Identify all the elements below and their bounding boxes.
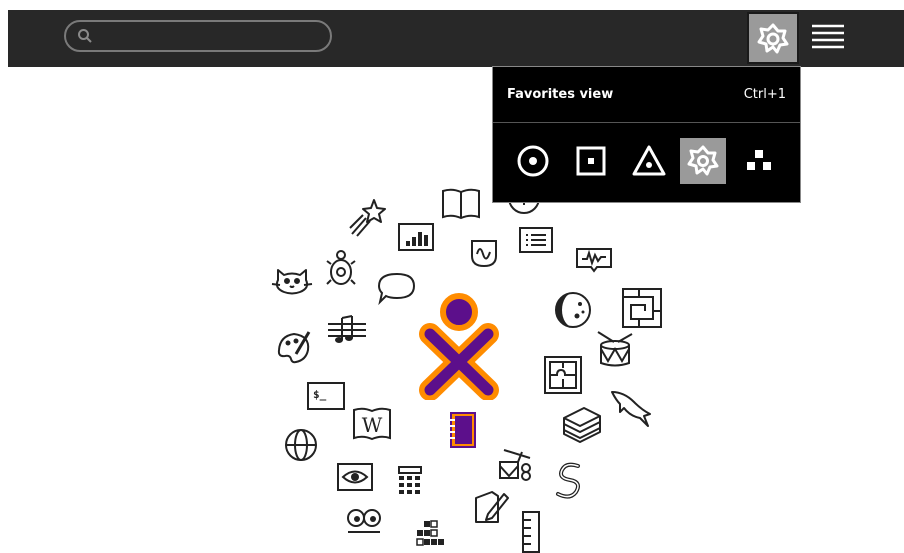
music-toys-activity-icon[interactable]: [496, 446, 538, 482]
write-activity-icon[interactable]: [470, 488, 510, 526]
search-icon: [78, 29, 92, 43]
view-triangle-layout-button[interactable]: [626, 138, 672, 184]
view-blocks-layout-button[interactable]: [736, 138, 782, 184]
spiral-layout-icon: [687, 145, 719, 176]
measure-wave-activity-icon[interactable]: [574, 246, 614, 274]
view-spiral-layout-button[interactable]: [680, 138, 726, 184]
maze-activity-icon[interactable]: [620, 286, 664, 330]
speak-eye-activity-icon[interactable]: [336, 462, 374, 492]
search-box[interactable]: [64, 20, 332, 52]
ruler-activity-icon[interactable]: [518, 510, 544, 553]
cat-activity-icon[interactable]: [270, 264, 314, 298]
book-activity-icon[interactable]: [440, 187, 482, 221]
star-activity-icon[interactable]: [346, 196, 388, 238]
terminal-activity-icon[interactable]: $_: [306, 380, 346, 412]
sugar-desktop: $_ W Favorites view Ctrl+1: [0, 0, 904, 553]
stack-activity-icon[interactable]: [560, 404, 604, 444]
palette-separator: [493, 122, 800, 123]
browse-activity-icon[interactable]: [282, 426, 320, 464]
paint-activity-icon[interactable]: [274, 328, 314, 368]
music-activity-icon[interactable]: [326, 314, 368, 344]
journal-activity-icon[interactable]: [446, 410, 478, 450]
favorites-view-button[interactable]: [747, 12, 799, 64]
blocks-activity-icon[interactable]: [414, 518, 448, 550]
blocks-layout-icon: [747, 150, 771, 170]
palette-title: Favorites view: [507, 87, 614, 102]
oscilloscope-activity-icon[interactable]: [467, 236, 501, 270]
moon-activity-icon[interactable]: [553, 290, 593, 330]
svg-text:$_: $_: [313, 388, 327, 401]
list-activity-icon[interactable]: [518, 226, 554, 254]
palette-accelerator: Ctrl+1: [743, 87, 786, 102]
list-view-icon: [812, 24, 844, 49]
favorites-view-icon: [757, 23, 789, 54]
favorites-view-palette: Favorites view Ctrl+1: [492, 66, 801, 203]
xo-buddy-icon[interactable]: [414, 290, 504, 400]
chart-activity-icon[interactable]: [397, 222, 435, 252]
search-input[interactable]: [98, 25, 322, 49]
eyes-activity-icon[interactable]: [344, 506, 384, 536]
calculator-activity-icon[interactable]: [396, 464, 424, 500]
drum-activity-icon[interactable]: [594, 328, 636, 370]
snake-activity-icon[interactable]: [552, 460, 586, 500]
square-layout-icon: [576, 146, 606, 176]
view-favorites-ring-button[interactable]: [510, 138, 556, 184]
triangle-layout-icon: [632, 145, 666, 176]
dolphin-activity-icon[interactable]: [608, 386, 654, 432]
ring-layout-icon: [517, 145, 549, 177]
turtle-activity-icon[interactable]: [324, 249, 358, 289]
list-view-button[interactable]: [803, 14, 851, 62]
chat-activity-icon[interactable]: [376, 270, 418, 306]
puzzle-activity-icon[interactable]: [542, 354, 584, 396]
view-square-layout-button[interactable]: [568, 138, 614, 184]
svg-text:W: W: [362, 413, 383, 437]
wikipedia-activity-icon[interactable]: W: [350, 406, 394, 442]
